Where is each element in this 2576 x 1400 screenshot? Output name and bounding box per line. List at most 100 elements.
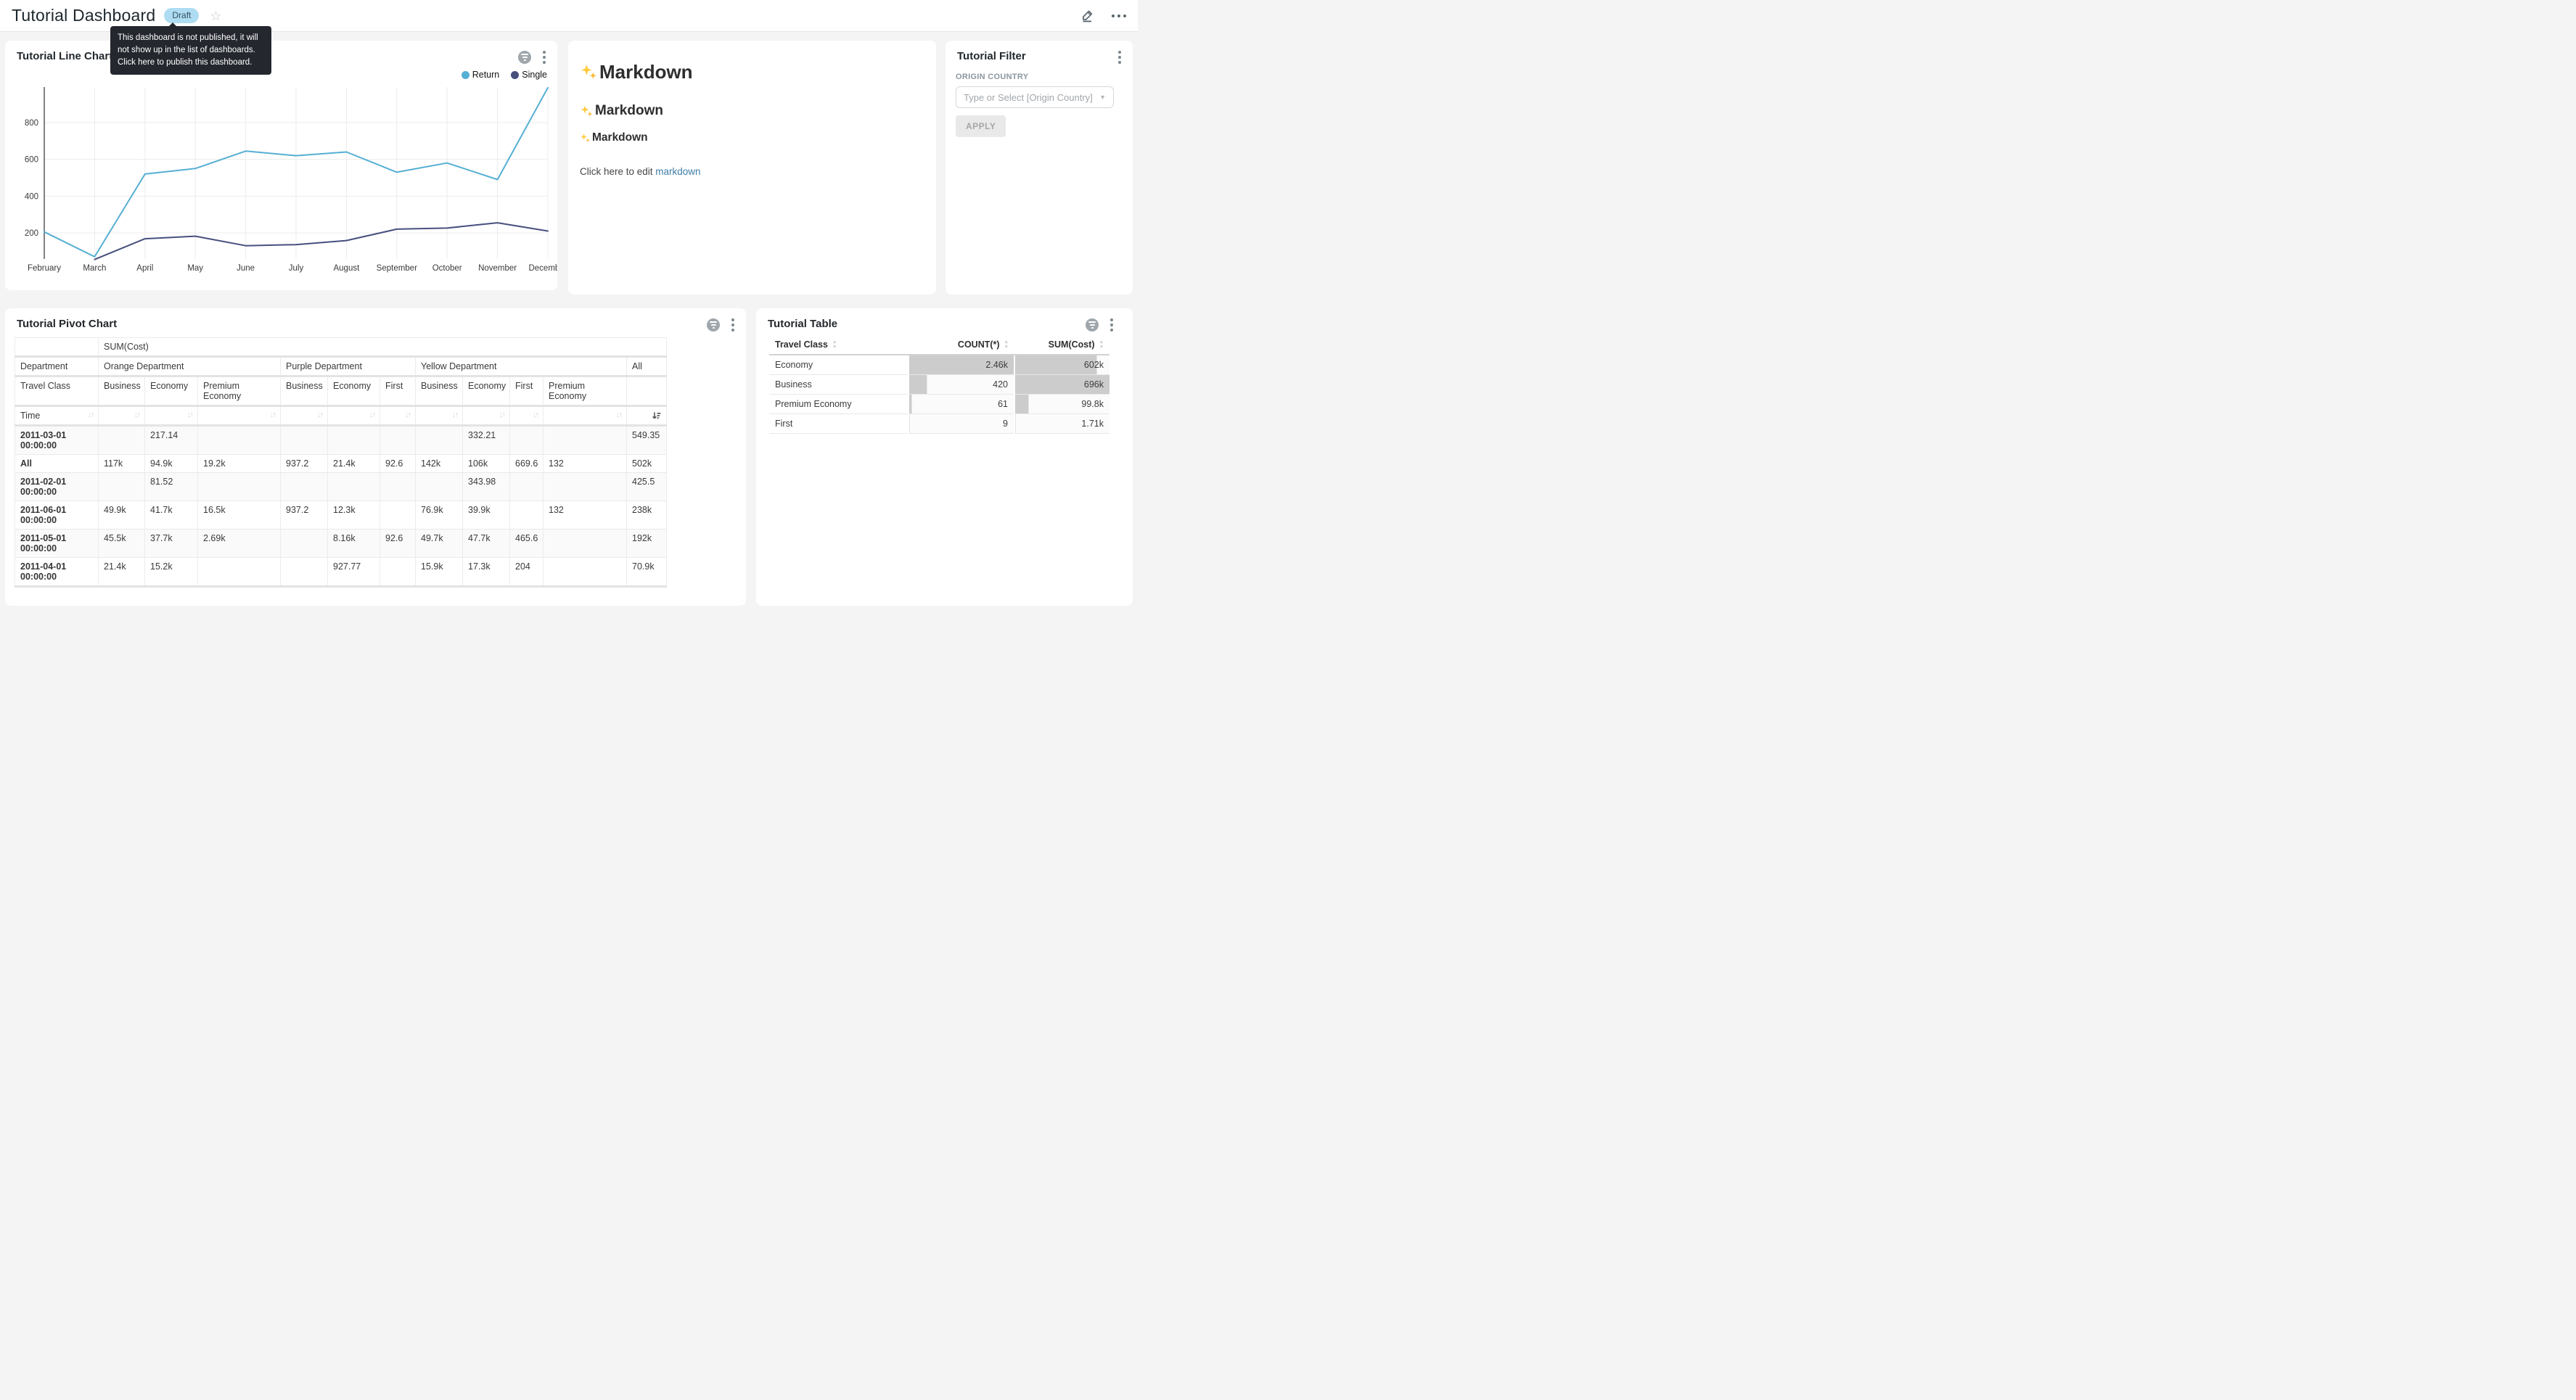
svg-text:February: February: [28, 264, 61, 273]
legend-item-return[interactable]: Return: [462, 70, 500, 80]
legend-item-single[interactable]: Single: [511, 70, 547, 80]
cross-filter-icon[interactable]: [1086, 318, 1099, 332]
dept-all: All: [627, 357, 667, 376]
sort-toggle-icon[interactable]: ↓↑: [405, 411, 410, 419]
markdown-body: Markdown Markdown Markdown Click here to…: [580, 51, 924, 177]
chart-kebab-icon[interactable]: [541, 50, 548, 65]
sort-toggle-icon[interactable]: ↓↑: [317, 411, 322, 419]
markdown-h3: Markdown: [580, 131, 924, 144]
edit-dashboard-icon[interactable]: [1080, 9, 1094, 22]
sparkles-icon: [580, 104, 594, 118]
table-row[interactable]: Premium Economy 61 99.8k: [769, 395, 1109, 414]
markdown-h1: Markdown: [580, 61, 924, 83]
svg-text:May: May: [187, 264, 203, 273]
svg-text:September: September: [377, 264, 417, 273]
table-row[interactable]: Economy 2.46k 602k: [769, 355, 1109, 375]
pivot-sort-row: Time↓↑ ↓↑ ↓↑ ↓↑ ↓↑ ↓↑ ↓↑ ↓↑ ↓↑ ↓↑ ↓↑: [15, 406, 667, 426]
table-card: Tutorial Table Travel Class▲▼ COUNT(*)▲▼…: [756, 308, 1133, 606]
dept-label: Department: [15, 357, 99, 376]
chart-toolbar: [518, 50, 548, 65]
pivot-kebab-icon[interactable]: [729, 318, 737, 332]
origin-country-label: ORIGIN COUNTRY: [956, 73, 1028, 81]
table-title: Tutorial Table: [768, 318, 837, 330]
markdown-edit-link[interactable]: markdown: [655, 166, 700, 177]
cross-filter-icon[interactable]: [707, 318, 720, 332]
sort-toggle-icon[interactable]: ↓↑: [270, 411, 275, 419]
sort-toggle-icon[interactable]: ↓↑: [616, 411, 621, 419]
sort-toggle-icon[interactable]: ↓↑: [499, 411, 504, 419]
sort-toggle-icon[interactable]: ↓↑: [452, 411, 457, 419]
class-label: Travel Class: [15, 376, 99, 406]
sort-toggle-icon[interactable]: ↓↑: [134, 411, 139, 419]
line-chart-plot[interactable]: February March April May June July August Septe…: [5, 83, 557, 290]
draft-badge[interactable]: Draft: [164, 8, 199, 22]
svg-text:November: November: [478, 264, 517, 273]
chevron-down-icon: ▼: [1099, 94, 1106, 101]
pivot-row: All 117k94.9k19.2k937.221.4k92.6142k106k…: [15, 455, 667, 473]
svg-text:December: December: [528, 264, 557, 273]
table-kebab-icon[interactable]: [1108, 318, 1115, 332]
table-header-row: Travel Class▲▼ COUNT(*)▲▼ SUM(Cost)▲▼: [769, 335, 1109, 355]
pivot-measure: SUM(Cost): [99, 338, 667, 357]
data-table: Travel Class▲▼ COUNT(*)▲▼ SUM(Cost)▲▼ Ec…: [769, 335, 1109, 434]
header-actions: [1080, 9, 1126, 22]
dept-purple: Purple Department: [281, 357, 416, 376]
svg-text:October: October: [432, 264, 462, 273]
page-title: Tutorial Dashboard: [12, 6, 155, 25]
table-toolbar: [1086, 318, 1115, 332]
markdown-card: Markdown Markdown Markdown Click here to…: [568, 41, 936, 295]
dept-yellow: Yellow Department: [416, 357, 627, 376]
table-row[interactable]: First 9 1.71k: [769, 414, 1109, 434]
svg-text:July: July: [289, 264, 304, 273]
svg-text:200: 200: [25, 229, 38, 238]
col-count[interactable]: COUNT(*)▲▼: [908, 335, 1014, 355]
table-row[interactable]: Business 420 696k: [769, 375, 1109, 395]
sort-carets-icon: ▲▼: [832, 340, 837, 350]
col-travel-class[interactable]: Travel Class▲▼: [769, 335, 908, 355]
pivot-row: 2011-03-01 00:00:00 217.14332.21549.35: [15, 426, 667, 455]
publish-tooltip: This dashboard is not published, it will…: [110, 26, 271, 75]
sort-carets-icon: ▲▼: [1099, 340, 1104, 350]
filter-toolbar: [1116, 50, 1123, 65]
pivot-title: Tutorial Pivot Chart: [17, 318, 117, 330]
dept-orange: Orange Department: [99, 357, 281, 376]
apply-button[interactable]: APPLY: [956, 115, 1006, 137]
favorite-star-icon[interactable]: ☆: [210, 9, 221, 22]
sort-toggle-icon[interactable]: ↓↑: [369, 411, 374, 419]
sort-toggle-icon[interactable]: ↓↑: [187, 411, 192, 419]
svg-text:June: June: [237, 264, 255, 273]
sort-toggle-icon[interactable]: ↓↑: [533, 411, 538, 419]
legend-dot: [462, 71, 469, 79]
more-menu-icon[interactable]: [1112, 15, 1126, 17]
svg-text:April: April: [136, 264, 153, 273]
svg-text:March: March: [83, 264, 106, 273]
chart-title: Tutorial Line Chart: [17, 50, 112, 62]
svg-text:August: August: [333, 264, 360, 273]
cross-filter-icon[interactable]: [518, 51, 531, 64]
pivot-department-row: Department Orange Department Purple Depa…: [15, 357, 667, 376]
filter-title: Tutorial Filter: [957, 50, 1026, 62]
legend-dot: [511, 71, 519, 79]
filter-kebab-icon[interactable]: [1116, 50, 1123, 65]
pivot-class-row: Travel Class Business Economy Premium Ec…: [15, 376, 667, 406]
sort-carets-icon: ▲▼: [1004, 340, 1009, 350]
sort-toggle-icon[interactable]: ↓↑: [88, 411, 93, 419]
pivot-row: 2011-06-01 00:00:00 49.9k41.7k16.5k937.2…: [15, 501, 667, 530]
col-sum-cost[interactable]: SUM(Cost)▲▼: [1014, 335, 1109, 355]
select-placeholder: Type or Select [Origin Country]: [964, 92, 1093, 103]
pivot-row: 2011-05-01 00:00:00 45.5k37.7k2.69k8.16k…: [15, 530, 667, 558]
pivot-toolbar: [707, 318, 737, 332]
svg-text:800: 800: [25, 119, 38, 128]
sparkles-icon: [580, 133, 591, 144]
filter-card: Tutorial Filter ORIGIN COUNTRY Type or S…: [946, 41, 1133, 295]
svg-text:400: 400: [25, 192, 38, 201]
markdown-paragraph: Click here to edit markdown: [580, 166, 924, 177]
sort-descending-icon[interactable]: [652, 411, 661, 421]
pivot-chart-card: Tutorial Pivot Chart SUM(Cost) Departmen…: [5, 308, 746, 606]
origin-country-select[interactable]: Type or Select [Origin Country] ▼: [956, 86, 1114, 108]
chart-legend: Return Single: [462, 70, 547, 80]
sparkles-icon: [580, 63, 598, 81]
svg-text:600: 600: [25, 156, 38, 165]
pivot-row: 2011-02-01 00:00:00 81.52343.98425.5: [15, 473, 667, 501]
pivot-table: SUM(Cost) Department Orange Department P…: [15, 337, 667, 588]
